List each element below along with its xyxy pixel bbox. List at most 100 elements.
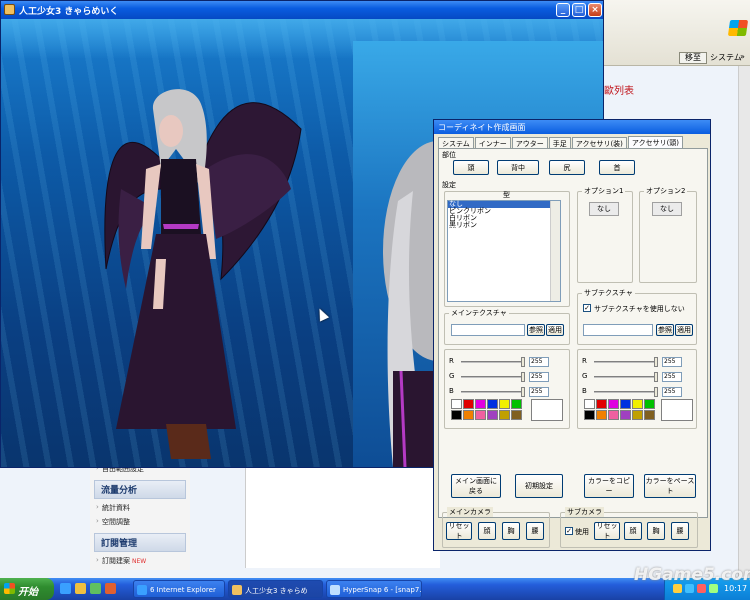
- sidebar-item[interactable]: 訂閱建案NEW: [90, 554, 190, 568]
- taskbar-item-hypersnap[interactable]: HyperSnap 6 - [snap7...: [326, 580, 422, 598]
- start-button[interactable]: 开始: [0, 578, 54, 600]
- main-current-color[interactable]: [531, 399, 563, 421]
- color-swatch[interactable]: [463, 410, 474, 420]
- media-quicklaunch-icon[interactable]: [105, 583, 116, 594]
- color-swatch[interactable]: [644, 410, 655, 420]
- color-swatch[interactable]: [451, 399, 462, 409]
- copy-color-button[interactable]: カラーをコピー: [584, 474, 634, 498]
- color-swatch[interactable]: [608, 410, 619, 420]
- sub-current-color[interactable]: [661, 399, 693, 421]
- tray-icon[interactable]: [673, 584, 682, 593]
- sub-camera-waist-button[interactable]: 腰: [671, 522, 689, 540]
- color-swatch[interactable]: [620, 399, 631, 409]
- main-camera-face-button[interactable]: 顔: [478, 522, 496, 540]
- tab-limbs[interactable]: 手足: [548, 137, 571, 148]
- part-neck-button[interactable]: 首: [599, 160, 635, 175]
- tab-outer[interactable]: アウター: [511, 137, 548, 148]
- main-b-slider[interactable]: B 255: [449, 387, 561, 397]
- listbox-scrollbar[interactable]: [550, 201, 560, 301]
- type-listbox[interactable]: なし ピンクリボン 白リボン 黒リボン: [447, 200, 561, 302]
- taskbar-item-ie[interactable]: 6 Internet Explorer: [133, 580, 225, 598]
- color-swatch[interactable]: [620, 410, 631, 420]
- sub-apply-button[interactable]: 適用: [675, 324, 693, 336]
- slider-thumb[interactable]: [654, 372, 658, 382]
- slider-thumb[interactable]: [521, 372, 525, 382]
- slider-track[interactable]: [594, 376, 654, 378]
- part-hip-button[interactable]: 尻: [549, 160, 585, 175]
- slider-thumb[interactable]: [521, 387, 525, 397]
- color-swatch[interactable]: [487, 399, 498, 409]
- sub-camera-face-button[interactable]: 顔: [624, 522, 642, 540]
- color-swatch[interactable]: [608, 399, 619, 409]
- slider-track[interactable]: [461, 376, 521, 378]
- b-value[interactable]: 255: [529, 387, 549, 397]
- sidebar-item[interactable]: 統計資料: [90, 501, 190, 515]
- color-swatch[interactable]: [487, 410, 498, 420]
- slider-thumb[interactable]: [654, 357, 658, 367]
- maximize-button[interactable]: □: [572, 3, 586, 17]
- color-swatch[interactable]: [499, 410, 510, 420]
- slider-track[interactable]: [461, 391, 521, 393]
- color-swatch[interactable]: [584, 399, 595, 409]
- color-swatch[interactable]: [596, 399, 607, 409]
- sub-texture-field[interactable]: [583, 324, 653, 336]
- reset-default-button[interactable]: 初期設定: [515, 474, 563, 498]
- main-camera-waist-button[interactable]: 腰: [526, 522, 544, 540]
- sub-b-slider[interactable]: B 255: [582, 387, 694, 397]
- sub-r-slider[interactable]: R 255: [582, 357, 694, 367]
- color-swatch[interactable]: [475, 399, 486, 409]
- main-r-slider[interactable]: R 255: [449, 357, 561, 367]
- main-browse-button[interactable]: 参照: [527, 324, 545, 336]
- color-swatch[interactable]: [451, 410, 462, 420]
- sub-camera-reset-button[interactable]: リセット: [594, 522, 620, 540]
- g-value[interactable]: 255: [529, 372, 549, 382]
- part-head-button[interactable]: 頭: [453, 160, 489, 175]
- sub-camera-checkbox[interactable]: ✓: [565, 527, 573, 535]
- color-swatch[interactable]: [499, 399, 510, 409]
- b-value[interactable]: 255: [662, 387, 682, 397]
- ie-quicklaunch-icon[interactable]: [60, 583, 71, 594]
- slider-track[interactable]: [594, 391, 654, 393]
- tab-accessory-head[interactable]: アクセサリ(頭): [627, 136, 684, 148]
- slider-track[interactable]: [594, 361, 654, 363]
- r-value[interactable]: 255: [662, 357, 682, 367]
- main-apply-button[interactable]: 適用: [546, 324, 564, 336]
- color-swatch[interactable]: [632, 410, 643, 420]
- r-value[interactable]: 255: [529, 357, 549, 367]
- color-swatch[interactable]: [511, 399, 522, 409]
- dialog-title[interactable]: コーディネイト作成画面: [434, 120, 710, 134]
- option2-value[interactable]: なし: [652, 202, 682, 216]
- tray-icon[interactable]: [709, 584, 718, 593]
- page-red-heading[interactable]: 歐列表: [604, 82, 634, 97]
- slider-track[interactable]: [461, 361, 521, 363]
- sub-browse-button[interactable]: 参照: [656, 324, 674, 336]
- sidebar-item[interactable]: 空間調整: [90, 515, 190, 529]
- taskbar-item-game[interactable]: 人工少女3 きゃらめ: [228, 580, 323, 598]
- g-value[interactable]: 255: [662, 372, 682, 382]
- links-label[interactable]: システム: [710, 52, 742, 63]
- back-to-main-button[interactable]: メイン画面に戻る: [451, 474, 501, 498]
- sub-camera-chest-button[interactable]: 胸: [647, 522, 665, 540]
- part-back-button[interactable]: 背中: [497, 160, 539, 175]
- clock[interactable]: 10:17: [724, 584, 747, 593]
- browser-scrollbar[interactable]: [738, 66, 750, 576]
- sub-texture-checkbox[interactable]: ✓: [583, 304, 591, 312]
- main-camera-chest-button[interactable]: 胸: [502, 522, 520, 540]
- tab-accessory-body[interactable]: アクセサリ(装): [571, 137, 627, 148]
- chevron-right-icon[interactable]: »: [740, 52, 745, 61]
- main-texture-field[interactable]: [451, 324, 525, 336]
- slider-thumb[interactable]: [521, 357, 525, 367]
- tab-inner[interactable]: インナー: [474, 137, 511, 148]
- color-swatch[interactable]: [463, 399, 474, 409]
- paste-color-button[interactable]: カラーをペースト: [644, 474, 696, 498]
- option1-value[interactable]: なし: [589, 202, 619, 216]
- color-swatch[interactable]: [475, 410, 486, 420]
- tray-icon[interactable]: [685, 584, 694, 593]
- folder-quicklaunch-icon[interactable]: [75, 583, 86, 594]
- tray-icon[interactable]: [697, 584, 706, 593]
- minimize-button[interactable]: _: [556, 3, 570, 17]
- tab-system[interactable]: システム: [438, 137, 474, 148]
- close-button[interactable]: ×: [588, 3, 602, 17]
- slider-thumb[interactable]: [654, 387, 658, 397]
- game-titlebar[interactable]: 人工少女3 きゃらめいく _ □ ×: [1, 1, 603, 19]
